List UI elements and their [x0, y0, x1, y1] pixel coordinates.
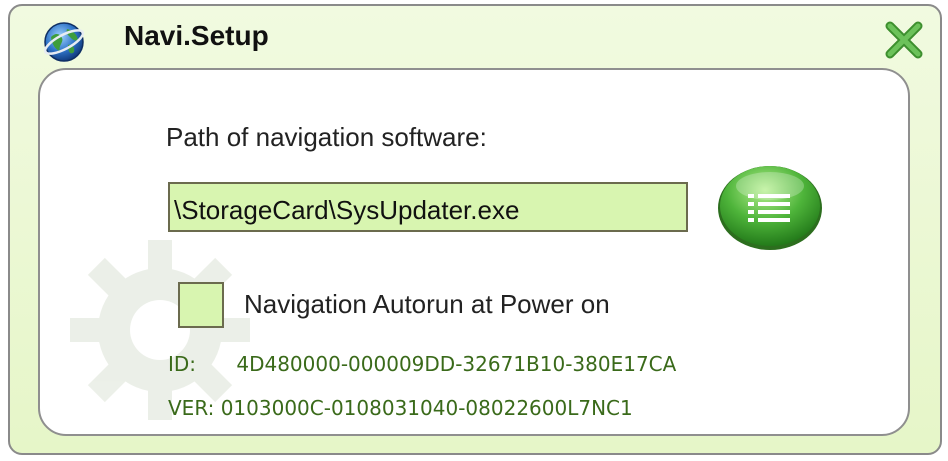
- window-title: Navi.Setup: [124, 20, 269, 51]
- globe-icon: [42, 20, 86, 64]
- device-id-row: ID: 4D480000-000009DD-32671B10-380E17CA: [168, 352, 676, 376]
- id-label: ID:: [168, 352, 197, 376]
- version-row: VER: 0103000C-0108031040-08022600L7NC1: [168, 396, 633, 420]
- title-bar: Navi.Setup: [10, 6, 940, 64]
- ver-label: VER:: [168, 396, 215, 420]
- list-icon: [718, 166, 822, 250]
- close-icon[interactable]: [882, 18, 926, 62]
- autorun-label: Navigation Autorun at Power on: [244, 289, 610, 319]
- path-label: Path of navigation software:: [166, 122, 487, 152]
- autorun-checkbox[interactable]: [178, 282, 224, 328]
- setup-window: Navi.Setup Path of navigation software: …: [8, 4, 942, 455]
- id-value: 4D480000-000009DD-32671B10-380E17CA: [236, 352, 677, 376]
- ver-value: 0103000C-0108031040-08022600L7NC1: [220, 396, 633, 420]
- settings-panel: Path of navigation software: \StorageCar…: [38, 68, 910, 436]
- browse-button[interactable]: [714, 160, 826, 252]
- path-input[interactable]: [168, 182, 688, 232]
